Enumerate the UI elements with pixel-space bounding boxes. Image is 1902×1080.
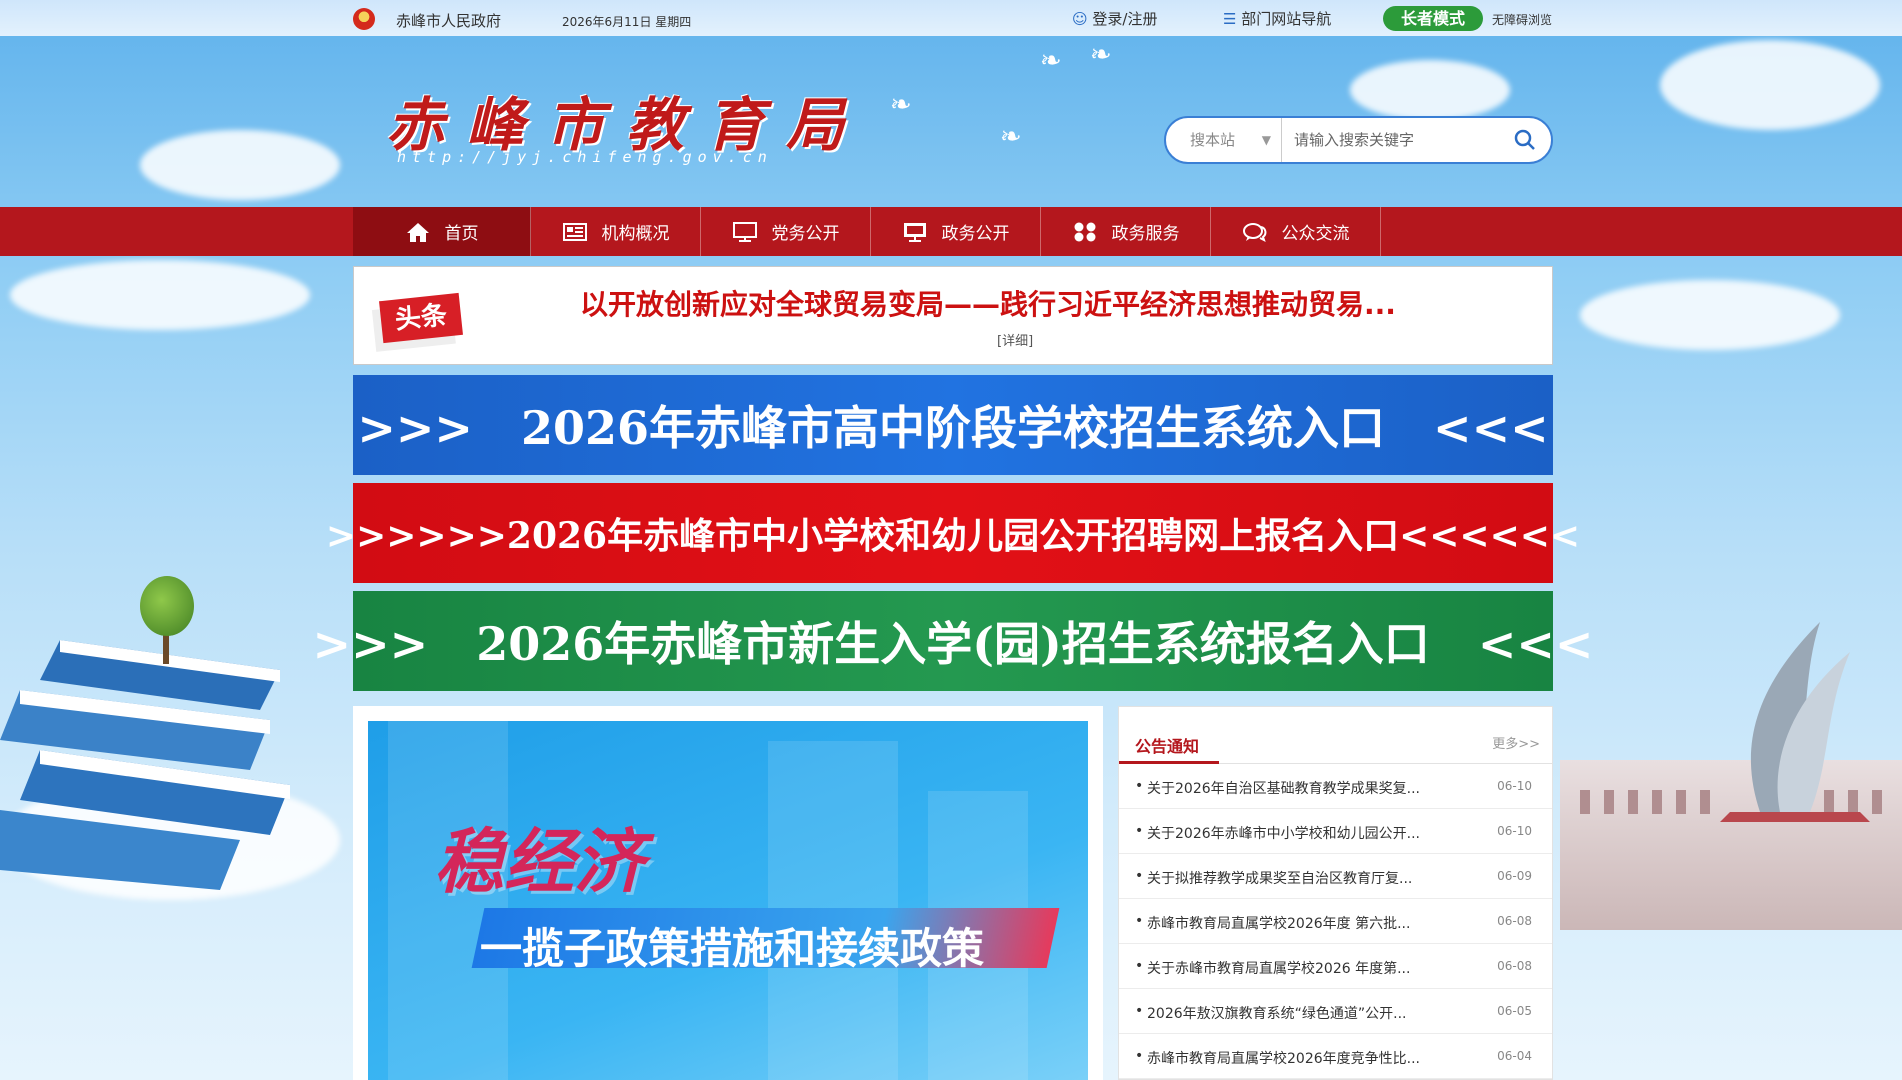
nav-label: 党务公开 [771, 224, 840, 244]
dove-decoration: ❧ [890, 90, 912, 120]
site-url: http://jyj.chifeng.gov.cn [397, 148, 773, 166]
list-item[interactable]: • 赤峰市教育局直属学校2026年度竞争性比... 06-04 [1119, 1034, 1552, 1079]
notice-text: 赤峰市教育局直属学校2026年度竞争性比... [1147, 1051, 1420, 1067]
notice-title[interactable]: 公告通知 [1135, 733, 1199, 757]
search-icon[interactable] [1513, 128, 1537, 152]
notice-text: 关于拟推荐教学成果奖至自治区教育厅复... [1147, 871, 1413, 887]
search-scope-label: 搜本站 [1190, 131, 1236, 149]
nav-item-org[interactable]: 机构概况 [531, 207, 701, 256]
news-slider-panel: 稳经济 一揽子政策措施和接续政策 [353, 706, 1103, 1080]
books-illustration [0, 600, 300, 900]
notice-text: 关于2026年赤峰市中小学校和幼儿园公开... [1147, 826, 1420, 842]
elder-mode-button[interactable]: 长者模式 [1383, 6, 1484, 31]
nav-item-public[interactable]: 公众交流 [1211, 207, 1381, 256]
list-item[interactable]: • 2026年敖汉旗教育系统“绿色通道”公开... 06-05 [1119, 989, 1552, 1034]
caret-down-icon: ▼ [1261, 133, 1271, 147]
list-item[interactable]: • 关于2026年赤峰市中小学校和幼儿园公开... 06-10 [1119, 809, 1552, 854]
search-box: 搜本站 ▼ [1164, 116, 1553, 164]
notice-text: 关于2026年自治区基础教育教学成果奖复... [1147, 781, 1420, 797]
notice-text: 赤峰市教育局直属学校2026年度 第六批... [1147, 916, 1411, 932]
chat-icon [1242, 222, 1266, 242]
dept-nav-label: 部门网站导航 [1241, 10, 1332, 28]
list-icon: ☰ [1223, 10, 1237, 28]
notice-date: 06-05 [1497, 1004, 1532, 1018]
entry-banner-label: >>> 2026年赤峰市高中阶段学校招生系统入口 <<< [357, 401, 1549, 455]
nav-label: 机构概况 [601, 224, 670, 244]
dove-decoration: ❧ [1090, 40, 1112, 70]
notice-date: 06-10 [1497, 824, 1532, 838]
list-item[interactable]: • 赤峰市教育局直属学校2026年度 第六批... 06-08 [1119, 899, 1552, 944]
notice-date: 06-10 [1497, 779, 1532, 793]
monitor-icon [732, 221, 757, 242]
display-icon [903, 222, 926, 242]
nav-item-home[interactable]: 首页 [353, 207, 531, 256]
notice-header: 公告通知 更多>> [1119, 707, 1552, 764]
notice-date: 06-04 [1497, 1049, 1532, 1063]
main-nav: 首页 机构概况 党务公开 政务公开 政务服务 公众交流 [0, 207, 1902, 256]
notice-list: • 关于2026年自治区基础教育教学成果奖复... 06-10 • 关于2026年赤峰… [1119, 764, 1552, 1079]
notice-more-link[interactable]: 更多>> [1492, 733, 1540, 752]
nav-label: 政务服务 [1111, 224, 1180, 244]
list-item[interactable]: • 关于拟推荐教学成果奖至自治区教育厅复... 06-09 [1119, 854, 1552, 899]
headline-badge: 头条 [379, 292, 463, 344]
newspaper-icon [562, 222, 587, 241]
current-date: 2026年6月11日 星期四 [562, 15, 692, 29]
cloud-decoration [10, 260, 310, 330]
nav-label: 首页 [444, 224, 479, 244]
entry-banner-high-school[interactable]: >>> 2026年赤峰市高中阶段学校招生系统入口 <<< [353, 375, 1553, 475]
nav-item-gov[interactable]: 政务公开 [871, 207, 1041, 256]
entry-banner-label: >>> 2026年赤峰市新生入学(园)招生系统报名入口 <<< [312, 617, 1594, 671]
home-icon [406, 222, 429, 242]
list-item[interactable]: • 关于2026年自治区基础教育教学成果奖复... 06-10 [1119, 764, 1552, 809]
entry-banner-enrollment[interactable]: >>> 2026年赤峰市新生入学(园)招生系统报名入口 <<< [313, 591, 1593, 691]
search-scope-select[interactable]: 搜本站 ▼ [1166, 118, 1282, 162]
tree-illustration [140, 576, 194, 636]
user-icon: ☺ [1072, 10, 1088, 28]
nav-label: 公众交流 [1281, 224, 1350, 244]
national-emblem-icon [353, 8, 375, 30]
login-label: 登录/注册 [1092, 10, 1158, 28]
headline-box: 头条 以开放创新应对全球贸易变局——践行习近平经济思想推动贸易... [详细] [353, 266, 1553, 365]
header-banner: 赤峰市教育局 http://jyj.chifeng.gov.cn ❧ ❧ ❧ ❧… [0, 36, 1902, 207]
dove-decoration: ❧ [1000, 122, 1022, 152]
search-input[interactable] [1294, 126, 1494, 154]
entry-banner-label: >>>>>>2026年赤峰市中小学校和幼儿园公开招聘网上报名入口<<<<<< [325, 515, 1581, 557]
headline-detail-link[interactable]: [详细] [997, 330, 1033, 349]
nav-item-party[interactable]: 党务公开 [701, 207, 871, 256]
notice-panel: 公告通知 更多>> • 关于2026年自治区基础教育教学成果奖复... 06-10 … [1118, 706, 1553, 1080]
news-slide[interactable]: 稳经济 一揽子政策措施和接续政策 [368, 721, 1088, 1080]
grid-icon [1074, 222, 1095, 241]
headline-title[interactable]: 以开放创新应对全球贸易变局——践行习近平经济思想推动贸易... [580, 283, 1396, 323]
notice-date: 06-08 [1497, 914, 1532, 928]
notice-text: 关于赤峰市教育局直属学校2026 年度第... [1147, 961, 1411, 977]
entry-banner-recruitment[interactable]: >>>>>>2026年赤峰市中小学校和幼儿园公开招聘网上报名入口<<<<<< [326, 483, 1580, 583]
cloud-decoration [1580, 280, 1840, 350]
slide-headline: 稳经济 [434, 821, 644, 903]
notice-date: 06-09 [1497, 869, 1532, 883]
nav-label: 政务公开 [941, 224, 1010, 244]
sculpture-illustration [1720, 612, 1870, 822]
login-link[interactable]: ☺ 登录/注册 [1072, 8, 1157, 29]
gov-link[interactable]: 赤峰市人民政府 [396, 10, 501, 31]
barrier-free-link[interactable]: 无障碍浏览 [1492, 11, 1552, 28]
top-bar: 赤峰市人民政府 2026年6月11日 星期四 ☺ 登录/注册 ☰ 部门网站导航 … [0, 0, 1902, 36]
notice-text: 2026年敖汉旗教育系统“绿色通道”公开... [1147, 1006, 1407, 1022]
dept-nav-link[interactable]: ☰ 部门网站导航 [1223, 8, 1331, 29]
slide-subheadline: 一揽子政策措施和接续政策 [480, 924, 985, 973]
list-item[interactable]: • 关于赤峰市教育局直属学校2026 年度第... 06-08 [1119, 944, 1552, 989]
nav-item-service[interactable]: 政务服务 [1041, 207, 1211, 256]
dove-decoration: ❧ [1040, 46, 1062, 76]
notice-date: 06-08 [1497, 959, 1532, 973]
